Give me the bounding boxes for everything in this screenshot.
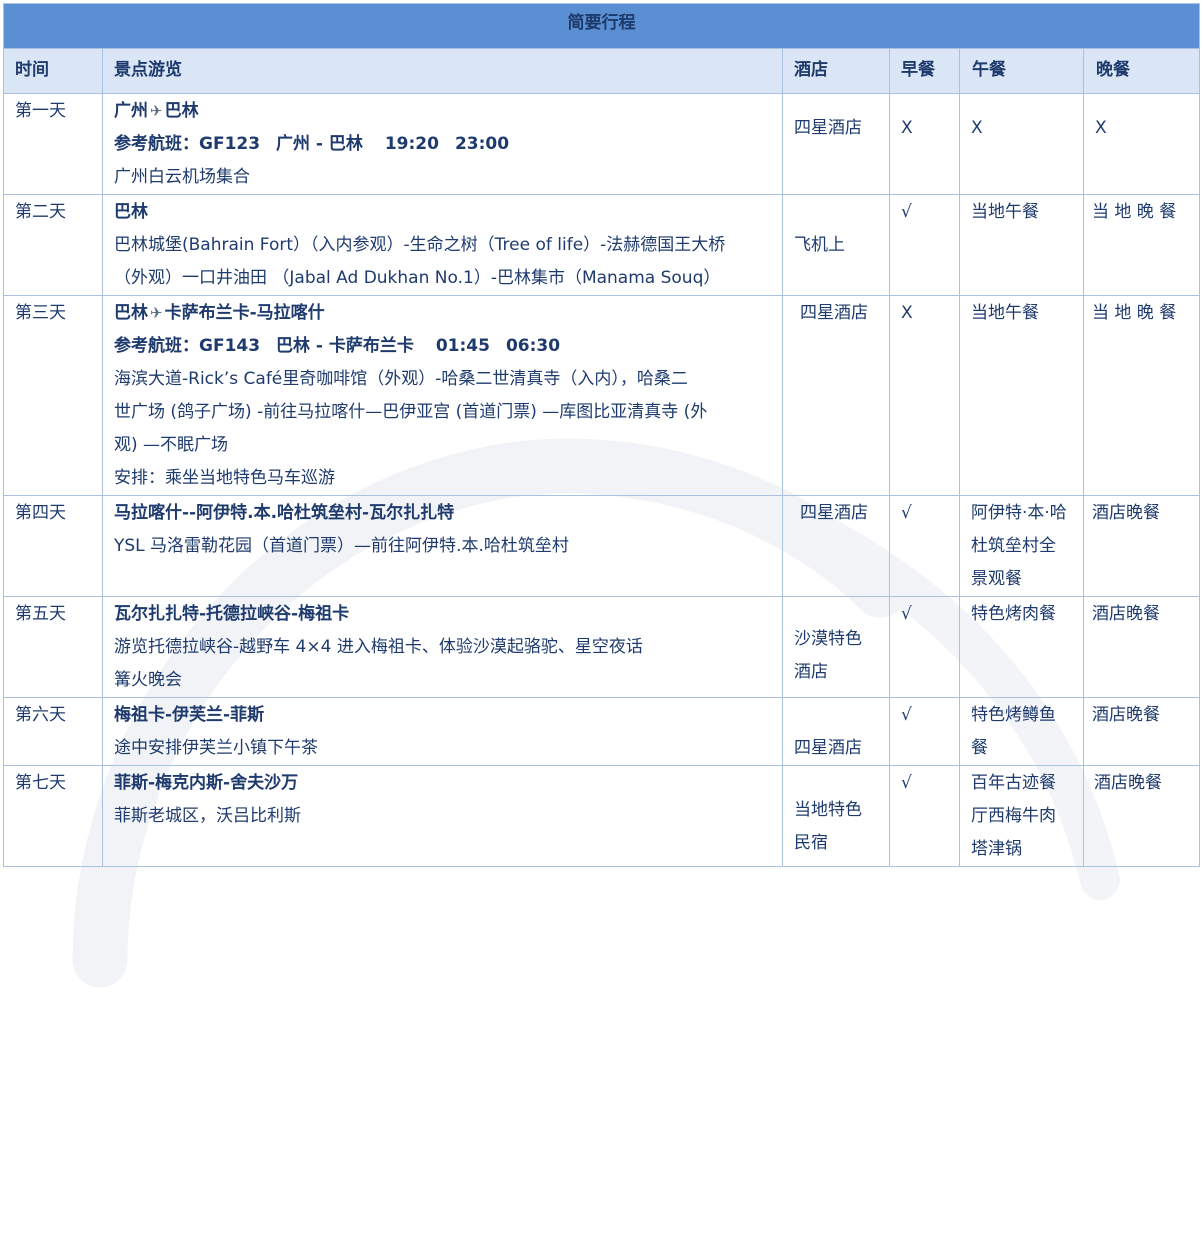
header-dinner: 晚餐 [1082, 48, 1201, 94]
sights-desc-line: 世广场 (鸽子广场) -前往马拉喀什—巴伊亚宫 (首道门票) —库图比亚清真寺 … [114, 402, 708, 422]
breakfast-cell: √ [889, 495, 960, 597]
route-title: 菲斯-梅克内斯-舍夫沙万 [114, 773, 299, 793]
sights-cell: 广州 ✈ 巴林 参考航班：GF123 广州 - 巴林 19:20 23:00 广州白云… [102, 93, 783, 195]
sights-desc-line: 广州白云机场集合 [114, 167, 250, 187]
lunch-cell: 百年古迹餐 厅西梅牛肉 塔津锅 [959, 765, 1084, 867]
table-title: 简要行程 [2, 3, 1201, 49]
lunch-cell: 特色烤肉餐 [959, 596, 1084, 698]
breakfast-cell: √ [889, 194, 960, 296]
sights-desc-line: YSL 马洛雷勒花园（首道门票）—前往阿伊特.本.哈杜筑垒村 [114, 536, 569, 556]
breakfast-cell: √ [889, 596, 960, 698]
lunch-cell: X [959, 93, 1084, 195]
sights-desc-line: 篝火晚会 [114, 670, 182, 690]
airplane-icon: ✈ [150, 102, 163, 120]
flight-info: 参考航班：GF123 广州 - 巴林 19:20 23:00 [114, 134, 510, 154]
day-cell: 第七天 [3, 765, 103, 867]
dinner-cell: 当 地 晚 餐 [1082, 295, 1201, 496]
day-cell: 第三天 [3, 295, 103, 496]
day-cell: 第一天 [3, 93, 103, 195]
sights-cell: 瓦尔扎扎特-托德拉峡谷-梅祖卡 游览托德拉峡谷-越野车 4×4 进入梅祖卡、体验… [102, 596, 783, 698]
hotel-cell: 当地特色 民宿 [782, 765, 890, 867]
lunch-cell: 当地午餐 [959, 194, 1084, 296]
hotel-cell: 四星酒店 [782, 697, 890, 766]
sights-cell: 菲斯-梅克内斯-舍夫沙万 菲斯老城区，沃吕比利斯 [102, 765, 783, 867]
lunch-cell: 特色烤鳟鱼 餐 [959, 697, 1084, 766]
sights-desc-line: 途中安排伊芙兰小镇下午茶 [114, 738, 318, 758]
sights-desc-line: 游览托德拉峡谷-越野车 4×4 进入梅祖卡、体验沙漠起骆驼、星空夜话 [114, 637, 643, 657]
route-title: 梅祖卡-伊芙兰-菲斯 [114, 705, 265, 725]
sights-cell: 巴林 巴林城堡(Bahrain Fort）（入内参观）-生命之树（Tree of… [102, 194, 783, 296]
sights-desc-line: （外观）一口井油田 （Jabal Ad Dukhan No.1）-巴林集市（Ma… [114, 268, 721, 288]
sights-desc-line: 观) —不眠广场 [114, 435, 229, 455]
header-hotel: 酒店 [782, 48, 890, 94]
route-title: 马拉喀什--阿伊特.本.哈杜筑垒村-瓦尔扎扎特 [114, 503, 455, 523]
route-title: 瓦尔扎扎特-托德拉峡谷-梅祖卡 [114, 604, 350, 624]
sights-cell: 梅祖卡-伊芙兰-菲斯 途中安排伊芙兰小镇下午茶 [102, 697, 783, 766]
route-title: 广州 ✈ 巴林 [114, 95, 771, 128]
table-row: 第七天 菲斯-梅克内斯-舍夫沙万 菲斯老城区，沃吕比利斯 当地特色 民宿 √ 百… [3, 765, 1201, 867]
table-row: 第三天 巴林 ✈ 卡萨布兰卡-马拉喀什 参考航班：GF143 巴林 - 卡萨布兰卡 … [3, 295, 1201, 496]
airplane-icon: ✈ [150, 304, 163, 322]
breakfast-cell: √ [889, 697, 960, 766]
day-cell: 第五天 [3, 596, 103, 698]
dinner-cell: 酒店晚餐 [1082, 596, 1201, 698]
sights-cell: 马拉喀什--阿伊特.本.哈杜筑垒村-瓦尔扎扎特 YSL 马洛雷勒花园（首道门票）… [102, 495, 783, 597]
sights-desc-line: 海滨大道-Rick’s Café里奇咖啡馆（外观）-哈桑二世清真寺（入内），哈桑… [114, 369, 688, 389]
dinner-cell: 酒店晚餐 [1082, 765, 1201, 867]
sights-desc-line: 巴林城堡(Bahrain Fort）（入内参观）-生命之树（Tree of li… [114, 235, 726, 255]
route-title: 巴林 [114, 202, 148, 222]
flight-info: 参考航班：GF143 巴林 - 卡萨布兰卡 01:45 06:30 [114, 336, 561, 356]
dinner-cell: X [1082, 93, 1201, 195]
hotel-cell: 飞机上 [782, 194, 890, 296]
lunch-cell: 当地午餐 [959, 295, 1084, 496]
lunch-cell: 阿伊特·本·哈 杜筑垒村全 景观餐 [959, 495, 1084, 597]
day-cell: 第二天 [3, 194, 103, 296]
breakfast-cell: √ [889, 765, 960, 867]
header-day: 时间 [3, 48, 103, 94]
sights-desc-line: 菲斯老城区，沃吕比利斯 [114, 806, 301, 826]
header-sights: 景点游览 [102, 48, 783, 94]
itinerary-table: 简要行程 时间 景点游览 酒店 早餐 午餐 晚餐 第一天 广州 ✈ 巴林 参考航班：… [2, 3, 1201, 867]
table-row: 第六天 梅祖卡-伊芙兰-菲斯 途中安排伊芙兰小镇下午茶 四星酒店 √ 特色烤鳟鱼… [3, 697, 1201, 766]
table-row: 第四天 马拉喀什--阿伊特.本.哈杜筑垒村-瓦尔扎扎特 YSL 马洛雷勒花园（首… [3, 495, 1201, 597]
sights-cell: 巴林 ✈ 卡萨布兰卡-马拉喀什 参考航班：GF143 巴林 - 卡萨布兰卡 01:4… [102, 295, 783, 496]
dinner-cell: 酒店晚餐 [1082, 697, 1201, 766]
hotel-cell: 沙漠特色 酒店 [782, 596, 890, 698]
header-lunch: 午餐 [959, 48, 1084, 94]
day-cell: 第四天 [3, 495, 103, 597]
hotel-cell: 四星酒店 [782, 93, 890, 195]
sights-desc-line: 安排：乘坐当地特色马车巡游 [114, 468, 335, 488]
route-title: 巴林 ✈ 卡萨布兰卡-马拉喀什 [114, 297, 771, 330]
breakfast-cell: X [889, 93, 960, 195]
breakfast-cell: X [889, 295, 960, 496]
table-row: 第五天 瓦尔扎扎特-托德拉峡谷-梅祖卡 游览托德拉峡谷-越野车 4×4 进入梅祖… [3, 596, 1201, 698]
dinner-cell: 当 地 晚 餐 [1082, 194, 1201, 296]
table-title-row: 简要行程 [2, 3, 1201, 49]
day-cell: 第六天 [3, 697, 103, 766]
dinner-cell: 酒店晚餐 [1082, 495, 1201, 597]
table-row: 第二天 巴林 巴林城堡(Bahrain Fort）（入内参观）-生命之树（Tre… [3, 194, 1201, 296]
hotel-cell: 四星酒店 [782, 495, 890, 597]
header-breakfast: 早餐 [889, 48, 960, 94]
hotel-cell: 四星酒店 [782, 295, 890, 496]
table-header-row: 时间 景点游览 酒店 早餐 午餐 晚餐 [3, 48, 1201, 94]
table-row: 第一天 广州 ✈ 巴林 参考航班：GF123 广州 - 巴林 19:20 23:00 … [3, 93, 1201, 195]
